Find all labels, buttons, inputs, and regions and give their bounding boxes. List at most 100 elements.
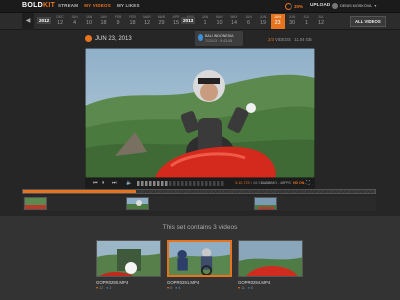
timeline-day-a-0[interactable]: DEC 12 xyxy=(53,14,67,29)
timeline-day-b-4[interactable]: JUN 19 xyxy=(256,14,270,29)
timeline-day-number: 18 xyxy=(100,20,107,26)
video-count: 2/3 xyxy=(268,37,274,42)
video-card-name: GOPR0290.MP4 xyxy=(96,280,129,285)
timeline-day-a-6[interactable]: MAR 12 xyxy=(140,14,154,29)
volume-bar xyxy=(213,181,216,186)
volume-bar xyxy=(137,181,140,186)
main-nav: STREAM MY VIDEOS MY LIKES xyxy=(58,3,140,8)
timeline-day-b-8[interactable]: JUL 12 xyxy=(314,14,328,29)
volume-bar xyxy=(173,181,176,186)
skip-back-icon[interactable]: ⏮ xyxy=(93,180,98,186)
timeline-day-number: 29 xyxy=(158,20,165,26)
nav-my-videos[interactable]: MY VIDEOS xyxy=(84,3,111,8)
timeline-day-number: 18 xyxy=(129,20,136,26)
nav-stream[interactable]: STREAM xyxy=(58,3,78,8)
timeline-day-b-7[interactable]: JUL 1 xyxy=(300,14,314,29)
set-stats: 2/3 VIDEOS 11.04 GB xyxy=(268,37,312,42)
location-pin-icon xyxy=(198,34,203,41)
app-window: { "header": { "logo_a": "BOLD", "logo_b"… xyxy=(0,0,400,300)
timeline-prev-icon[interactable]: ◀ xyxy=(22,13,34,30)
video-card-thumbnail xyxy=(238,240,303,277)
timeline-day-number: 30 xyxy=(288,20,296,26)
upload-button[interactable]: UPLOAD xyxy=(310,3,330,8)
timeline-day-a-7[interactable]: MAR 29 xyxy=(155,14,169,29)
top-bar: BOLDKIT STREAM MY VIDEOS MY LIKES 30% UP… xyxy=(0,0,400,13)
timeline-day-number: 23 xyxy=(274,20,281,26)
hd-toggle[interactable]: HD ON xyxy=(293,181,304,185)
timeline-day-number: 4 xyxy=(72,20,77,26)
location-badge[interactable]: BALI INDONESIA 7/23/13 · 9:43:08 xyxy=(195,31,243,46)
storage-indicator: 30% xyxy=(285,3,303,10)
volume-bar xyxy=(189,181,192,186)
set-size: 11.04 GB xyxy=(294,37,312,42)
volume-bar xyxy=(193,181,196,186)
volume-bar xyxy=(205,181,208,186)
volume-bar xyxy=(217,181,220,186)
video-card-selected[interactable]: GOPR0291.MP4 ♥ 8 ● 4 xyxy=(167,240,232,292)
timeline-day-number: 12 xyxy=(143,20,151,26)
volume-icon[interactable]: 🔈 xyxy=(126,180,132,186)
clip-thumbnail[interactable] xyxy=(24,197,47,210)
timeline-day-a-4[interactable]: FEB 9 xyxy=(111,14,125,29)
video-card-meta: ♥ 11 ● 6 xyxy=(238,286,254,290)
chevron-down-icon: ▼ xyxy=(373,4,378,8)
video-set-panel: This set contains 3 videos GOPR0290.MP4 … xyxy=(0,216,400,300)
avatar xyxy=(332,3,338,9)
video-card[interactable]: GOPR0290.MP4 ♥ 12 ● 2 xyxy=(96,240,161,292)
fullscreen-icon[interactable]: ⛶ xyxy=(306,180,310,186)
video-card-meta: ♥ 12 ● 2 xyxy=(96,286,112,290)
volume-meter[interactable] xyxy=(137,178,227,189)
year-label-2012[interactable]: 2012 xyxy=(37,17,52,24)
timeline-day-a-3[interactable]: JAN 18 xyxy=(97,14,111,29)
location-name: BALI INDONESIA xyxy=(205,34,234,38)
date-timeline: ◀ 2012 DEC 12 JAN 4 JAN 10 JAN 18 FEB 9 FEB 18 MAR 12… xyxy=(0,13,400,30)
timeline-day-a-2[interactable]: JAN 10 xyxy=(82,14,96,29)
clip-thumbnail[interactable] xyxy=(126,197,149,210)
volume-bar xyxy=(201,181,204,186)
volume-bar xyxy=(141,181,144,186)
skip-forward-icon[interactable]: ⏭ xyxy=(112,180,117,186)
timeline-day-a-5[interactable]: FEB 18 xyxy=(126,14,140,29)
playback-progress[interactable] xyxy=(22,189,376,194)
clip-thumbnail[interactable] xyxy=(254,197,277,210)
volume-bar xyxy=(177,181,180,186)
volume-bar xyxy=(209,181,212,186)
volume-bar xyxy=(185,181,188,186)
timeline-day-b-5[interactable]: JUN 23 xyxy=(270,14,285,29)
timeline-day-number: 1 xyxy=(304,20,309,26)
volume-bar xyxy=(161,181,164,186)
timeline-day-number: 14 xyxy=(230,20,238,26)
timeline-day-number: 10 xyxy=(216,20,223,26)
video-card[interactable]: GOPR0294.MP4 ♥ 11 ● 6 xyxy=(238,240,303,292)
pause-icon[interactable]: ⏸ xyxy=(102,180,105,186)
user-name: DENIS MOSKOVA xyxy=(340,4,372,8)
video-player[interactable] xyxy=(85,48,315,178)
progress-fill xyxy=(23,190,136,193)
set-title: This set contains 3 videos xyxy=(162,224,238,231)
year-label-2013[interactable]: 2013 xyxy=(181,17,196,24)
video-card-thumbnail xyxy=(96,240,161,277)
volume-bar xyxy=(145,181,148,186)
timeline-day-number: 12 xyxy=(56,20,64,26)
volume-bar xyxy=(149,181,152,186)
timeline-day-number: 1 xyxy=(203,20,207,26)
timeline-day-b-0[interactable]: JAN 1 xyxy=(198,14,212,29)
date-text: JUN 23, 2013 xyxy=(95,35,132,42)
storage-ring-icon xyxy=(285,3,292,10)
all-videos-button[interactable]: ALL VIDEOS xyxy=(350,16,386,27)
video-card-name: GOPR0294.MP4 xyxy=(238,280,271,285)
video-count-label: VIDEOS xyxy=(275,37,291,42)
timeline-day-a-1[interactable]: JAN 4 xyxy=(68,14,82,29)
timeline-day-b-3[interactable]: JUN 6 xyxy=(242,14,256,29)
volume-bar xyxy=(169,181,172,186)
video-card-thumbnail xyxy=(167,240,232,277)
timeline-day-b-2[interactable]: MAY 14 xyxy=(227,14,241,29)
timeline-day-b-1[interactable]: MAY 10 xyxy=(213,14,227,29)
quality-setting[interactable]: SLOWMO - 48FPS xyxy=(261,181,291,185)
nav-my-likes[interactable]: MY LIKES xyxy=(117,3,140,8)
logo[interactable]: BOLDKIT xyxy=(22,2,55,9)
timeline-day-number: 6 xyxy=(246,20,251,26)
timeline-day-b-6[interactable]: JUN 30 xyxy=(285,14,299,29)
timeline-day-number: 12 xyxy=(317,20,325,26)
user-menu[interactable]: DENIS MOSKOVA ▼ xyxy=(332,3,377,9)
